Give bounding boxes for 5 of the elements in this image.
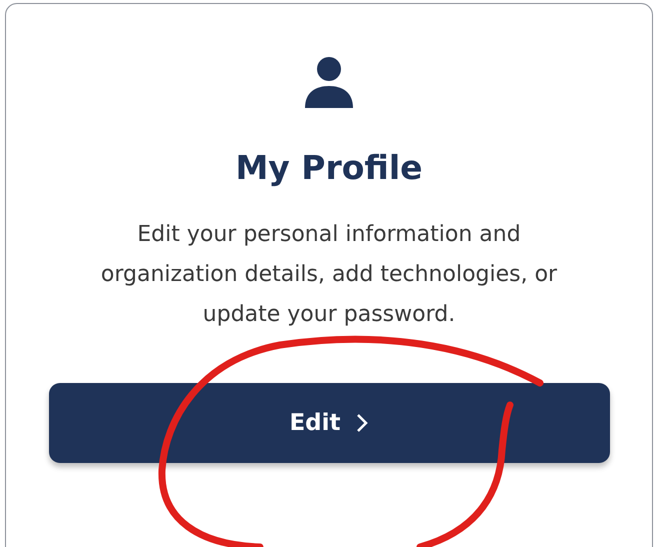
card-title: My Profile xyxy=(235,148,423,187)
person-icon xyxy=(304,56,354,108)
edit-button[interactable]: Edit xyxy=(48,383,610,463)
chevron-right-icon xyxy=(354,413,369,433)
card-description: Edit your personal information and organization details, add technologies, or update your password. xyxy=(100,221,558,329)
